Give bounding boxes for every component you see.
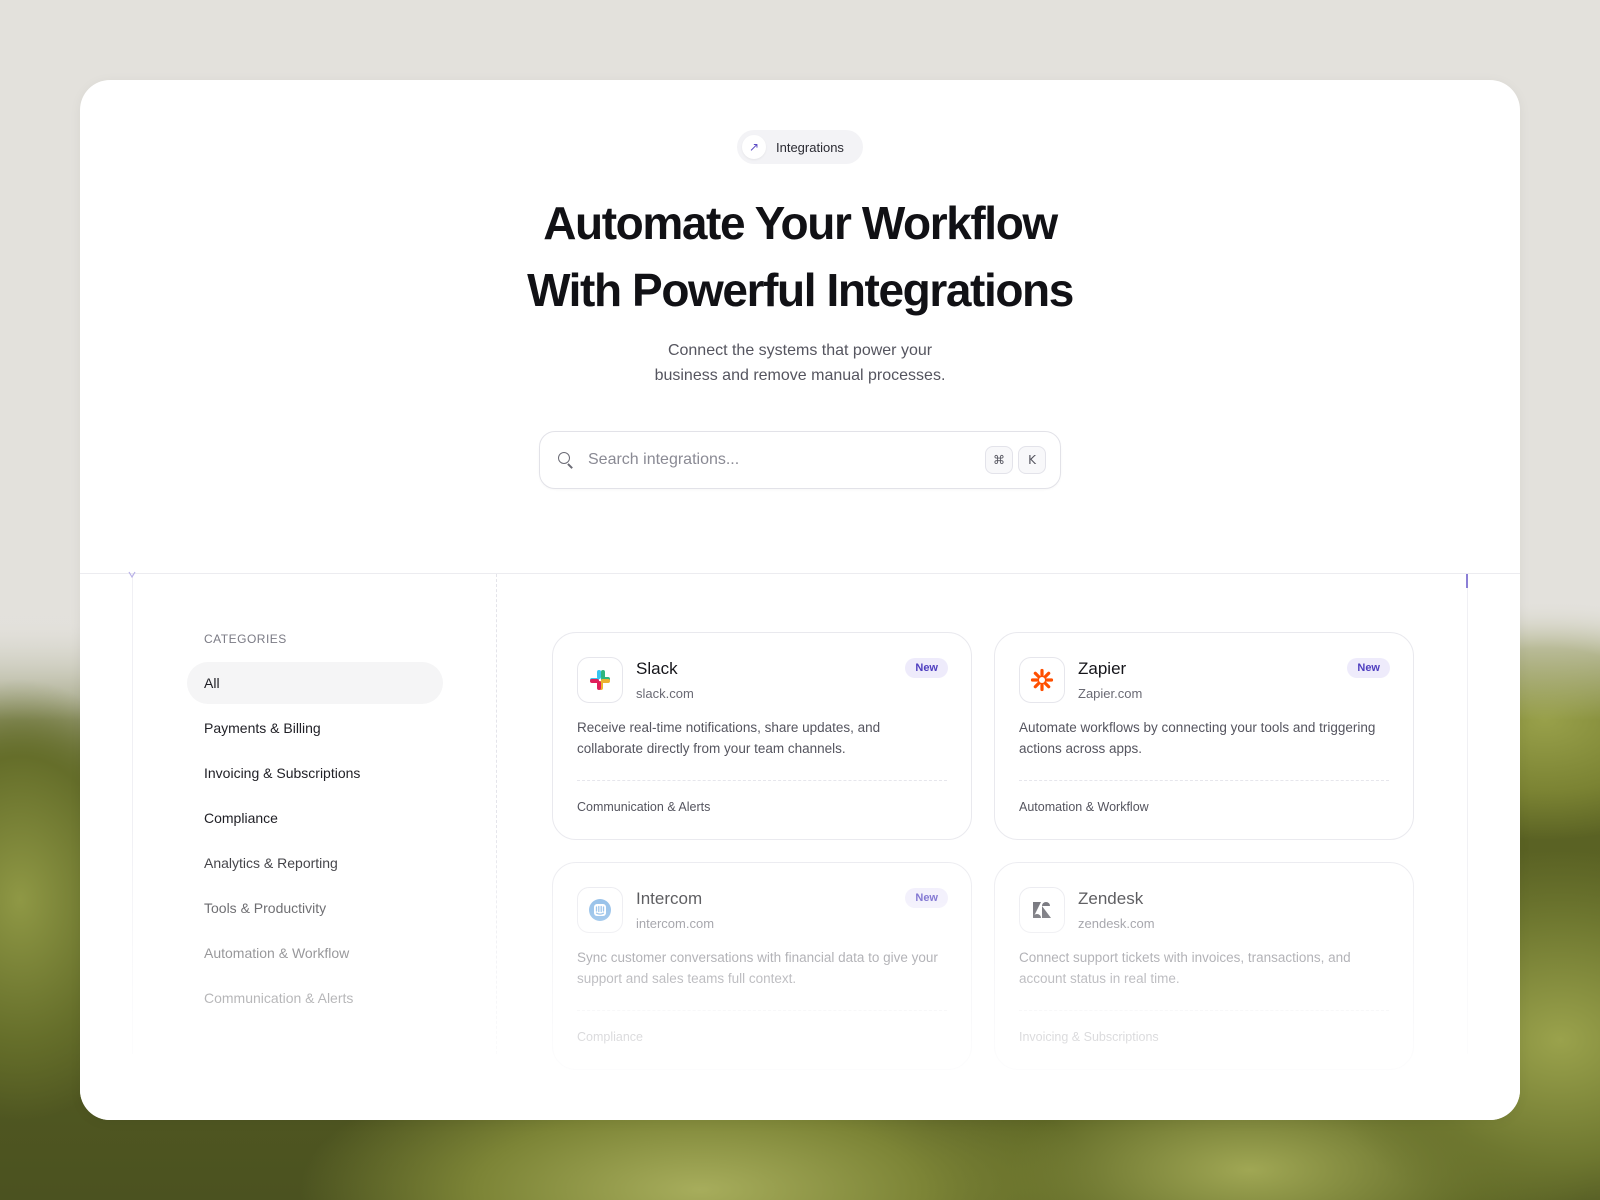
- integration-domain: slack.com: [636, 686, 694, 701]
- shortcut-command-key: ⌘: [985, 446, 1013, 474]
- integration-description: Receive real-time notifications, share u…: [577, 720, 881, 756]
- integration-card-zendesk[interactable]: Zendesk zendesk.com Connect support tick…: [994, 862, 1414, 1070]
- category-compliance[interactable]: Compliance: [187, 797, 443, 839]
- card-divider: [1019, 1010, 1389, 1011]
- guide-marker-icon: [128, 571, 136, 579]
- sidebar-divider: [496, 574, 497, 1054]
- zapier-logo-icon: [1019, 657, 1065, 703]
- integration-category: Automation & Workflow: [1019, 800, 1149, 814]
- category-tools-productivity[interactable]: Tools & Productivity: [187, 887, 443, 929]
- guide-line-right: [1467, 574, 1468, 1054]
- zendesk-logo-icon: [1019, 887, 1065, 933]
- search-icon: [558, 452, 574, 469]
- category-analytics-reporting[interactable]: Analytics & Reporting: [187, 842, 443, 884]
- subtitle-line-2: business and remove manual processes.: [654, 367, 946, 384]
- page-title: Automate Your Workflow With Powerful Int…: [80, 190, 1520, 324]
- shortcut-k-key: K: [1018, 446, 1046, 474]
- integration-domain: intercom.com: [636, 916, 715, 931]
- hero-section: ↗ Integrations Automate Your Workflow Wi…: [80, 80, 1520, 574]
- new-badge: New: [1347, 658, 1390, 678]
- integrations-panel: ↗ Integrations Automate Your Workflow Wi…: [80, 80, 1520, 1120]
- integration-card-slack[interactable]: Slack slack.com New Receive real-time no…: [552, 632, 972, 840]
- integration-category: Compliance: [577, 1030, 644, 1044]
- integration-name: Zapier: [1078, 659, 1127, 678]
- integration-description: Connect support tickets with invoices, t…: [1019, 950, 1351, 986]
- page-subtitle: Connect the systems that power your busi…: [580, 338, 1020, 388]
- new-badge: New: [905, 888, 948, 908]
- category-invoicing-subscriptions[interactable]: Invoicing & Subscriptions: [187, 752, 443, 794]
- subtitle-line-1: Connect the systems that power your: [667, 342, 933, 359]
- categories-list: All Payments & Billing Invoicing & Subsc…: [187, 662, 443, 1022]
- integration-name: Slack: [636, 659, 678, 678]
- section-pill-label: Integrations: [776, 139, 844, 155]
- integration-category: Communication & Alerts: [577, 800, 711, 814]
- categories-heading: CATEGORIES: [204, 632, 287, 646]
- integration-name: Zendesk: [1078, 889, 1144, 908]
- title-line-2: With Powerful Integrations: [527, 264, 1074, 316]
- integration-name: Intercom: [636, 889, 703, 908]
- intercom-logo-icon: [577, 887, 623, 933]
- new-badge: New: [905, 658, 948, 678]
- catalog-section: CATEGORIES All Payments & Billing Invoic…: [80, 571, 1520, 1120]
- category-communication-alerts[interactable]: Communication & Alerts: [187, 977, 443, 1019]
- integration-card-intercom[interactable]: Intercom intercom.com New Sync customer …: [552, 862, 972, 1070]
- arrow-up-right-icon: ↗: [742, 135, 766, 159]
- card-divider: [1019, 780, 1389, 781]
- title-line-1: Automate Your Workflow: [543, 197, 1058, 249]
- card-divider: [577, 780, 947, 781]
- category-automation-workflow[interactable]: Automation & Workflow: [187, 932, 443, 974]
- integration-description: Automate workflows by connecting your to…: [1019, 720, 1376, 756]
- integration-domain: zendesk.com: [1078, 916, 1155, 931]
- slack-logo-icon: [577, 657, 623, 703]
- integration-category: Invoicing & Subscriptions: [1019, 1030, 1159, 1044]
- category-all[interactable]: All: [187, 662, 443, 704]
- integration-card-zapier[interactable]: Zapier Zapier.com New Automate workflows…: [994, 632, 1414, 840]
- category-payments-billing[interactable]: Payments & Billing: [187, 707, 443, 749]
- search-bar[interactable]: ⌘ K: [539, 431, 1061, 489]
- integration-description: Sync customer conversations with financi…: [577, 950, 938, 986]
- search-input[interactable]: [588, 451, 980, 469]
- guide-accent-mark: [1466, 574, 1468, 588]
- guide-line-left: [132, 574, 133, 1054]
- card-divider: [577, 1010, 947, 1011]
- section-pill[interactable]: ↗ Integrations: [737, 130, 863, 164]
- integration-domain: Zapier.com: [1078, 686, 1143, 701]
